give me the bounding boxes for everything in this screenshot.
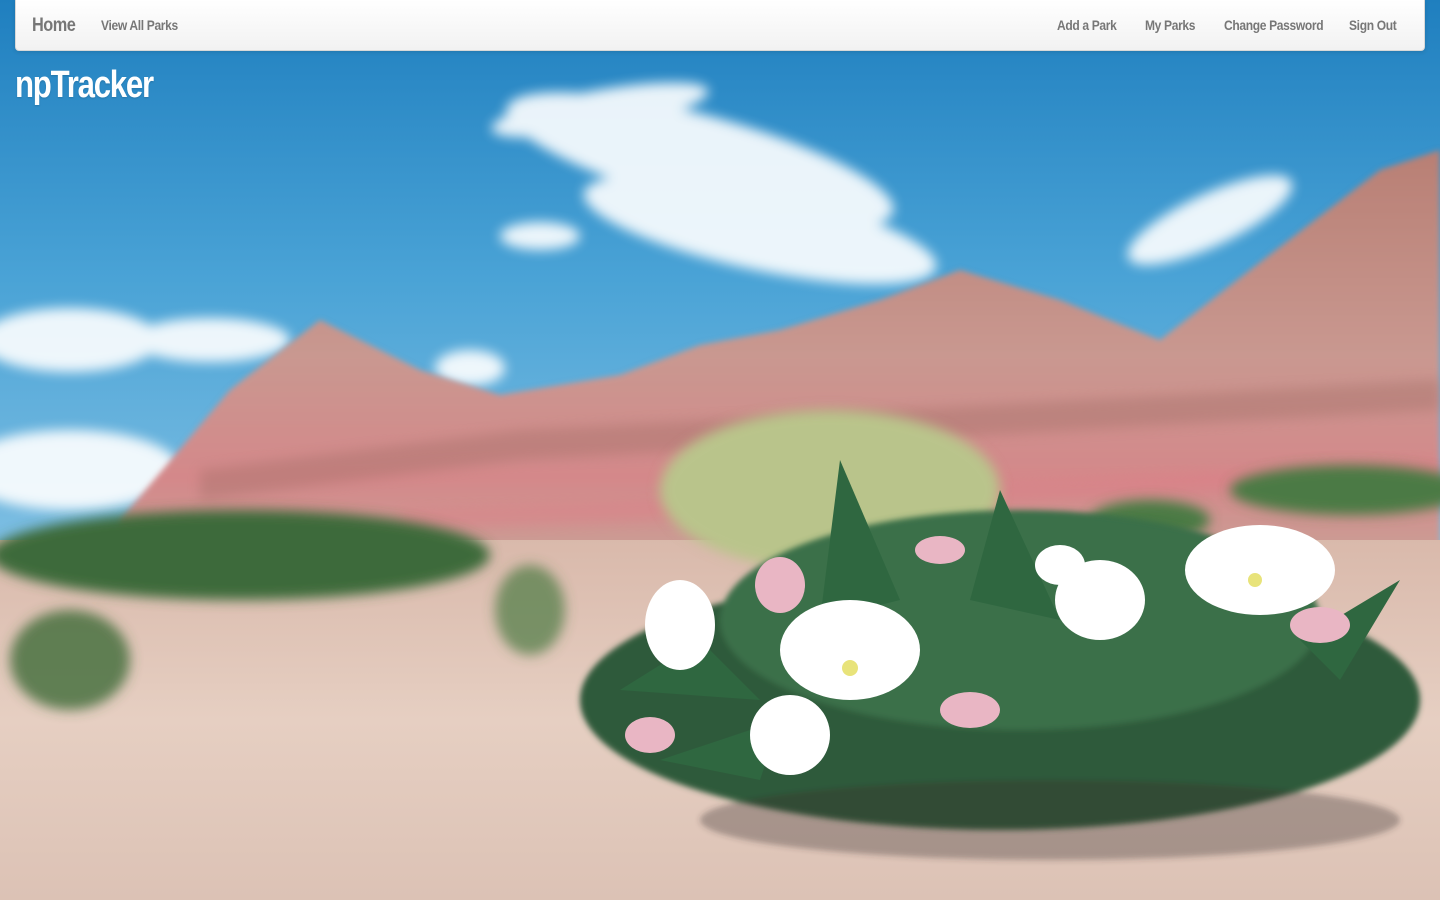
navbar: Home View All Parks Add a Park My Parks …: [15, 0, 1425, 51]
nav-my-parks[interactable]: My Parks: [1145, 0, 1195, 51]
site-title: npTracker: [15, 64, 154, 106]
nav-change-password[interactable]: Change Password: [1224, 0, 1324, 51]
nav-sign-out[interactable]: Sign Out: [1349, 0, 1397, 51]
background-photo: [0, 0, 1440, 900]
nav-add-a-park[interactable]: Add a Park: [1057, 0, 1117, 51]
nav-home-brand[interactable]: Home: [32, 0, 76, 51]
page: Home View All Parks Add a Park My Parks …: [0, 0, 1440, 900]
nav-view-all-parks[interactable]: View All Parks: [101, 0, 178, 51]
